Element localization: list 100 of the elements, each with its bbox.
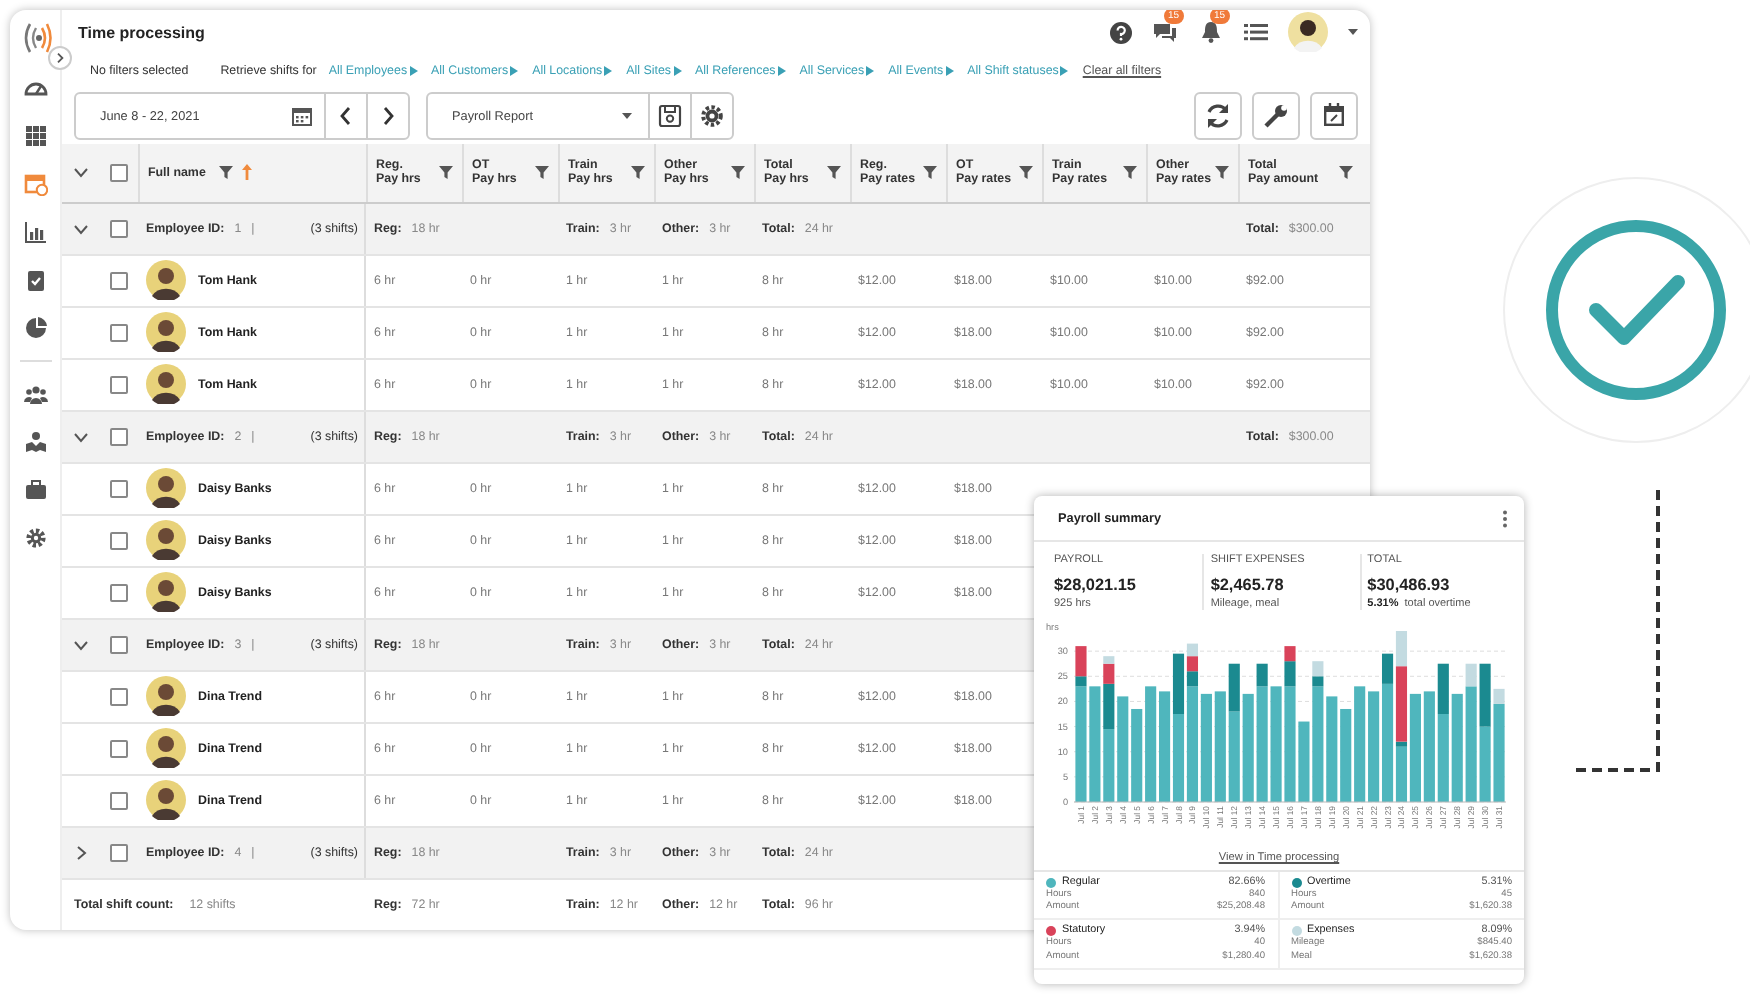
bar-segment[interactable] <box>1131 709 1143 802</box>
filter-icon[interactable] <box>1338 164 1354 181</box>
checkbox[interactable] <box>109 427 127 446</box>
bar-segment[interactable] <box>1159 691 1171 802</box>
pie-chart-icon[interactable] <box>23 316 47 340</box>
chevron-down-icon[interactable] <box>73 221 87 236</box>
bar-segment[interactable] <box>1354 686 1366 802</box>
bar-segment[interactable] <box>1172 653 1185 714</box>
triangle-icon <box>945 66 954 77</box>
checkbox[interactable] <box>109 739 127 758</box>
bar-segment[interactable] <box>1284 661 1296 687</box>
map-person-icon[interactable] <box>23 430 47 454</box>
bar-segment[interactable] <box>1186 656 1198 672</box>
checkbox[interactable] <box>109 163 127 182</box>
checkbox[interactable] <box>109 583 127 602</box>
grid-icon[interactable] <box>23 124 47 148</box>
triangle-icon <box>866 66 875 77</box>
calendar-button[interactable] <box>1310 92 1358 141</box>
wrench-button[interactable] <box>1252 92 1300 141</box>
bar-segment[interactable] <box>1340 709 1352 802</box>
bar-segment[interactable] <box>1200 693 1212 802</box>
filter-icon[interactable] <box>730 164 746 181</box>
checkbox[interactable] <box>109 791 127 810</box>
bar-segment[interactable] <box>1451 693 1463 802</box>
bar-segment[interactable] <box>1284 646 1296 662</box>
bar-segment[interactable] <box>1312 676 1324 687</box>
help-icon[interactable] <box>1110 21 1132 44</box>
bar-segment[interactable] <box>1437 714 1449 802</box>
checkbox[interactable] <box>109 219 127 238</box>
user-avatar-icon[interactable] <box>1288 12 1328 53</box>
bar-chart-icon[interactable] <box>23 220 47 244</box>
sort-arrow-icon[interactable] <box>241 164 252 181</box>
bar-segment[interactable] <box>1075 646 1087 677</box>
expand-sidebar-button[interactable] <box>48 46 72 70</box>
checkbox[interactable] <box>109 843 127 862</box>
filter-icon[interactable] <box>826 164 842 181</box>
bar-segment[interactable] <box>1172 714 1185 802</box>
chat-icon[interactable] <box>1152 20 1178 45</box>
bell-icon[interactable] <box>1198 20 1224 45</box>
bar-segment[interactable] <box>1214 691 1226 802</box>
filter-icon[interactable] <box>1214 164 1230 181</box>
checkbox[interactable] <box>109 531 127 550</box>
bar-segment[interactable] <box>1103 663 1115 684</box>
filter-icon[interactable] <box>438 164 454 181</box>
clipboard-check-icon[interactable] <box>23 268 47 292</box>
bar-segment[interactable] <box>1395 746 1408 802</box>
triangle-icon <box>409 66 418 77</box>
checkbox[interactable] <box>109 375 127 394</box>
caret-icon[interactable] <box>1348 28 1358 37</box>
filter-icon[interactable] <box>534 164 550 181</box>
calendar-clock-icon[interactable] <box>23 172 47 196</box>
filter-icon[interactable] <box>1018 164 1034 181</box>
calendar-icon <box>292 106 312 127</box>
chevron-down-icon[interactable] <box>73 637 87 652</box>
bar-segment[interactable] <box>1382 683 1394 802</box>
filter-icon[interactable] <box>630 164 646 181</box>
bar-segment[interactable] <box>1256 663 1268 687</box>
avatar-icon <box>146 780 186 821</box>
stat-value: $30,486.93 <box>1367 576 1452 594</box>
checkbox[interactable] <box>109 635 127 654</box>
bar-segment[interactable] <box>1437 663 1449 714</box>
bar-segment[interactable] <box>1186 686 1198 802</box>
bar-segment[interactable] <box>1186 643 1198 657</box>
bar-segment[interactable] <box>1395 741 1408 747</box>
chevron-down-icon[interactable] <box>73 167 87 178</box>
bar-segment[interactable] <box>1145 686 1157 802</box>
bar-segment[interactable] <box>1228 711 1240 802</box>
bar-segment[interactable] <box>1186 671 1198 687</box>
bar-segment[interactable] <box>1075 676 1087 687</box>
refresh-button[interactable] <box>1194 92 1242 141</box>
bar-segment[interactable] <box>1395 666 1408 742</box>
checkbox[interactable] <box>109 323 127 342</box>
avatar-icon <box>146 728 186 769</box>
chevron-down-icon[interactable] <box>73 429 87 444</box>
stat-value: $2,465.78 <box>1210 576 1286 594</box>
bar-segment[interactable] <box>1228 663 1240 712</box>
bar-segment[interactable] <box>1382 653 1394 684</box>
filter-icon[interactable] <box>217 164 234 181</box>
bar-segment[interactable] <box>1479 663 1491 727</box>
triangle-icon <box>510 66 519 77</box>
filter-icon[interactable] <box>922 164 938 181</box>
chevron-right-icon[interactable] <box>73 845 87 860</box>
bar-segment[interactable] <box>1368 691 1380 802</box>
bar-segment[interactable] <box>1312 661 1324 677</box>
avatar-icon <box>146 260 186 301</box>
checkbox[interactable] <box>109 687 127 706</box>
checkbox[interactable] <box>109 479 127 498</box>
filter-icon[interactable] <box>1122 164 1138 181</box>
avatar-icon <box>146 676 186 717</box>
people-group-icon[interactable] <box>23 382 47 406</box>
bar-segment[interactable] <box>1103 683 1115 730</box>
briefcase-icon[interactable] <box>23 478 47 502</box>
bar-segment[interactable] <box>1395 631 1408 667</box>
checkbox[interactable] <box>109 271 127 290</box>
bar-segment[interactable] <box>1423 691 1435 802</box>
list-icon[interactable] <box>1244 22 1268 43</box>
bar-segment[interactable] <box>1117 696 1129 802</box>
bar-segment[interactable] <box>1409 693 1421 802</box>
settings-icon[interactable] <box>23 526 47 550</box>
more-menu-icon[interactable] <box>1502 509 1508 527</box>
